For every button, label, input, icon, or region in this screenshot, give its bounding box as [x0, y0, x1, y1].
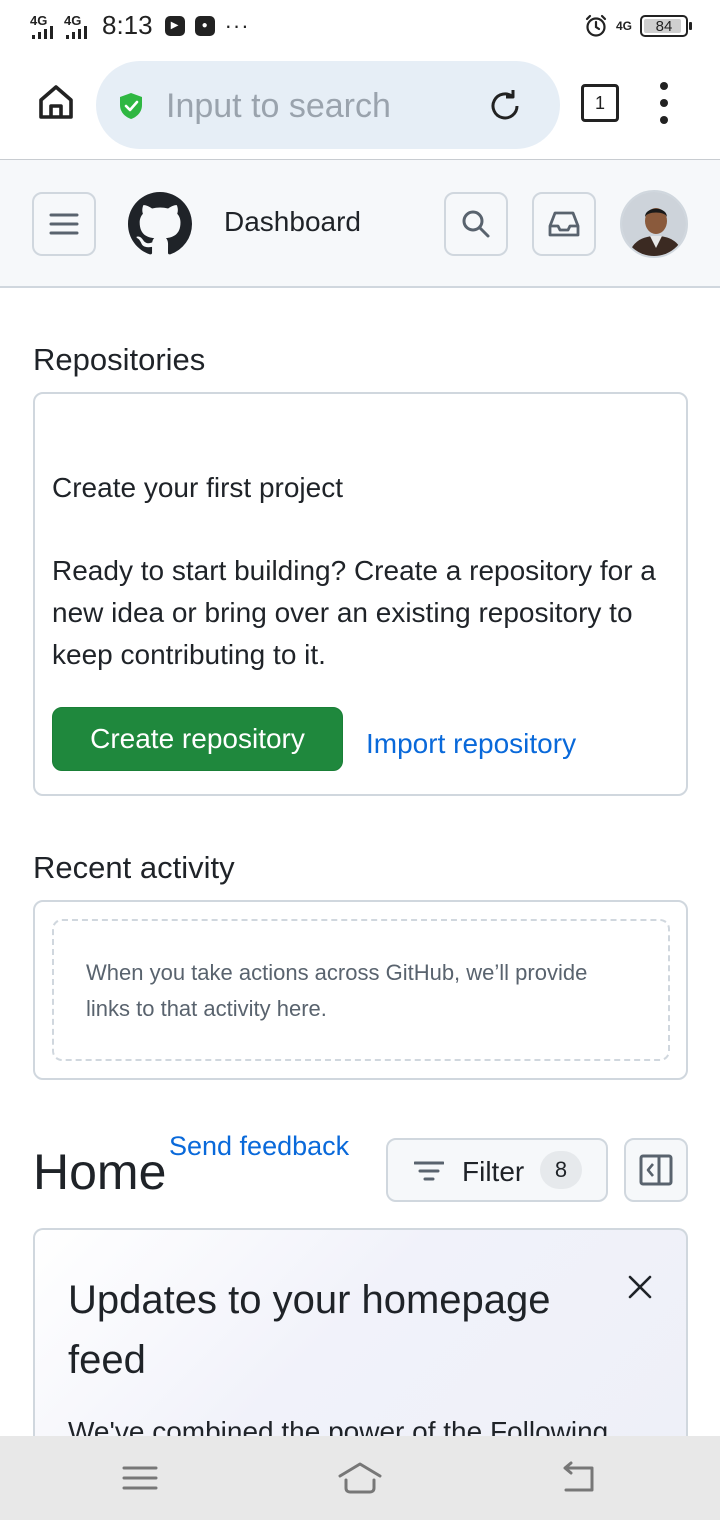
filter-count-badge: 8: [540, 1151, 582, 1189]
shield-check-icon: [120, 93, 142, 119]
home-icon[interactable]: [34, 80, 78, 124]
home-heading: Home: [33, 1144, 167, 1200]
signal-4g-icon-2: 4G: [64, 11, 94, 41]
search-icon: [462, 210, 490, 238]
tab-count: 1: [594, 92, 605, 113]
back-nav-icon[interactable]: [558, 1458, 598, 1498]
tabs-button[interactable]: 1: [581, 84, 619, 122]
user-avatar[interactable]: [620, 190, 688, 258]
github-logo-icon[interactable]: [128, 192, 192, 256]
alarm-icon: [585, 14, 607, 37]
activity-empty-text: When you take actions across GitHub, we’…: [86, 960, 588, 1021]
create-repository-button[interactable]: Create repository: [52, 707, 343, 771]
inbox-button[interactable]: [532, 192, 596, 256]
app-header: Dashboard: [0, 160, 720, 288]
repositories-card: Create your first project Ready to start…: [33, 392, 688, 796]
repositories-heading: Repositories: [33, 342, 206, 377]
feed-updates-title: Updates to your homepage feed: [68, 1278, 551, 1382]
search-button[interactable]: [444, 192, 508, 256]
avatar-image: [622, 192, 686, 256]
battery-icon: 84: [640, 15, 692, 37]
reload-icon[interactable]: [486, 87, 524, 125]
toggle-sidebar-button[interactable]: [624, 1138, 688, 1202]
more-notifications-icon: ···: [224, 12, 250, 38]
feed-updates-card: Updates to your homepage feed We've comb…: [33, 1228, 688, 1468]
activity-empty-state: When you take actions across GitHub, we’…: [52, 919, 670, 1061]
create-project-description: Ready to start building? Create a reposi…: [52, 555, 656, 670]
hamburger-icon: [49, 213, 79, 235]
recent-apps-icon[interactable]: [120, 1458, 160, 1498]
filter-button[interactable]: Filter 8: [386, 1138, 608, 1202]
send-feedback-label[interactable]: Send feedback: [169, 1131, 349, 1161]
status-bar: 4G 4G 8:13 ▶ ● ··· 4G 84: [0, 0, 720, 56]
browser-menu-icon[interactable]: [652, 82, 676, 124]
search-input[interactable]: Input to search: [166, 87, 391, 126]
browser-toolbar: Input to search 1: [0, 56, 720, 160]
create-project-heading: Create your first project: [52, 472, 343, 503]
page-title[interactable]: Dashboard: [224, 206, 361, 238]
recent-activity-heading: Recent activity: [33, 850, 235, 885]
inbox-icon: [548, 211, 580, 237]
import-repository-link[interactable]: Import repository: [366, 728, 576, 760]
media-play-icon: ▶: [164, 15, 185, 36]
sidebar-panel-icon: [639, 1154, 673, 1186]
home-nav-icon[interactable]: [336, 1458, 384, 1498]
system-nav-bar: [0, 1436, 720, 1520]
mic-icon: ●: [194, 15, 215, 36]
network-type-label-3: 4G: [615, 19, 632, 33]
hamburger-menu-button[interactable]: [32, 192, 96, 256]
filter-label: Filter: [462, 1156, 525, 1187]
recent-activity-card: When you take actions across GitHub, we’…: [33, 900, 688, 1080]
battery-level: 84: [655, 17, 673, 35]
signal-4g-icon: 4G: [30, 11, 60, 41]
close-icon[interactable]: [625, 1272, 655, 1302]
status-time: 8:13: [102, 10, 153, 40]
filter-icon: [414, 1161, 444, 1181]
send-feedback-link[interactable]: Send feedback: [169, 1132, 349, 1160]
address-bar[interactable]: Input to search: [96, 61, 560, 149]
